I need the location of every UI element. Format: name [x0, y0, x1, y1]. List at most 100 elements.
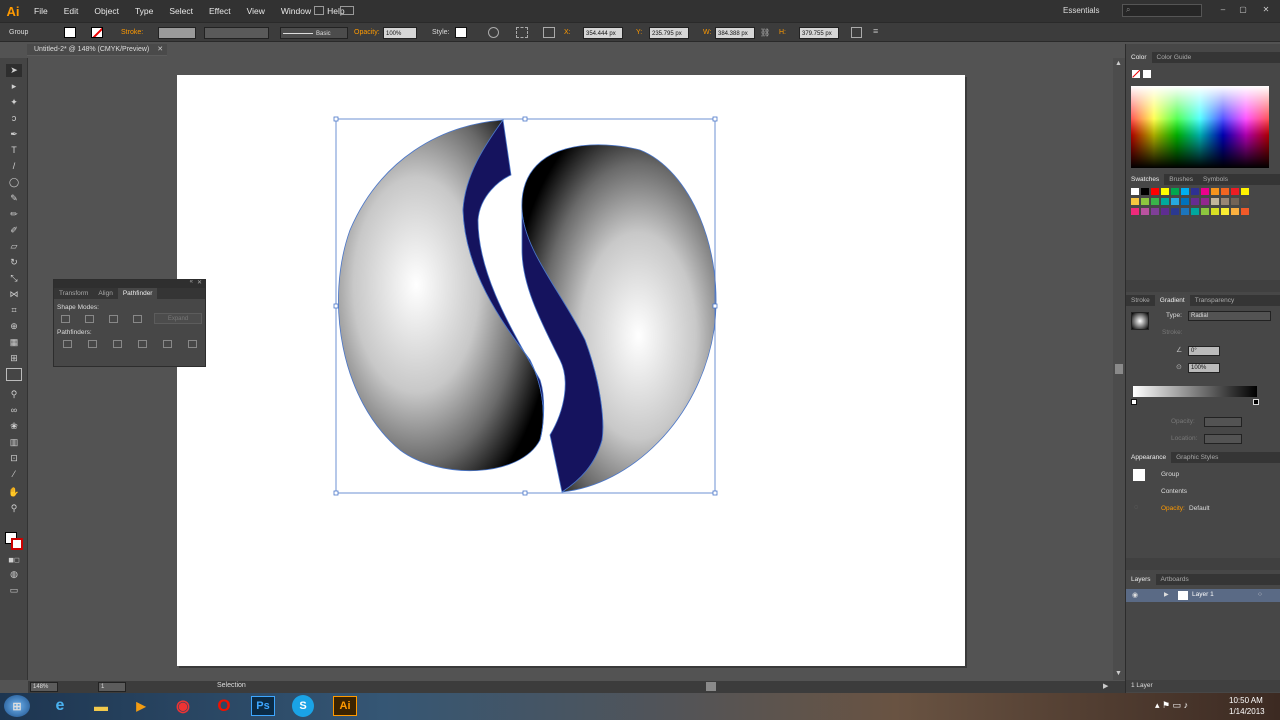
file-explorer-icon[interactable]: ▬ — [87, 695, 115, 717]
horizontal-scroll-thumb[interactable] — [706, 682, 716, 691]
color-swatch[interactable] — [1171, 188, 1179, 195]
tab-graphic-styles[interactable]: Graphic Styles — [1171, 452, 1223, 463]
layer-expand-icon[interactable]: ▶ — [1164, 591, 1169, 598]
tab-align[interactable]: Align — [93, 288, 117, 299]
trim-icon[interactable] — [88, 340, 97, 348]
merge-icon[interactable] — [113, 340, 122, 348]
color-swatch[interactable] — [1201, 208, 1209, 215]
color-swatch[interactable] — [1151, 198, 1159, 205]
intersect-icon[interactable] — [109, 315, 118, 323]
color-swatch[interactable] — [1221, 208, 1229, 215]
appearance-opacity-label[interactable]: Opacity: — [1161, 505, 1185, 512]
photoshop-icon[interactable]: Ps — [251, 696, 275, 716]
tab-transparency[interactable]: Transparency — [1190, 295, 1240, 306]
aspect-ratio-field[interactable]: 100% — [1188, 363, 1220, 373]
clock-date[interactable]: 1/14/2013 — [1229, 707, 1265, 716]
clock-time[interactable]: 10:50 AM — [1229, 696, 1263, 705]
color-swatch[interactable] — [1231, 188, 1239, 195]
color-swatch[interactable] — [1171, 198, 1179, 205]
color-swatch[interactable] — [1241, 198, 1249, 205]
color-swatch[interactable] — [1131, 208, 1139, 215]
gradient-type-select[interactable]: Radial — [1188, 311, 1271, 321]
color-swatch[interactable] — [1241, 188, 1249, 195]
scroll-up-icon[interactable]: ▲ — [1115, 60, 1122, 67]
zoom-field[interactable]: 148% — [30, 682, 58, 692]
color-swatch[interactable] — [1181, 198, 1189, 205]
gradient-stop-black[interactable] — [1253, 399, 1259, 405]
color-swatch[interactable] — [1131, 188, 1139, 195]
tab-pathfinder[interactable]: Pathfinder — [117, 288, 158, 299]
panel-titlebar[interactable]: « ✕ — [54, 279, 205, 288]
color-swatch[interactable] — [1211, 188, 1219, 195]
tab-color-guide[interactable]: Color Guide — [1152, 52, 1197, 63]
gradient-slider[interactable] — [1133, 386, 1257, 397]
color-swatch[interactable] — [1171, 208, 1179, 215]
color-swatch[interactable] — [1161, 208, 1169, 215]
layer-name[interactable]: Layer 1 — [1192, 591, 1214, 598]
color-swatch[interactable] — [1191, 208, 1199, 215]
tab-artboards[interactable]: Artboards — [1156, 574, 1194, 585]
crop-icon[interactable] — [138, 340, 147, 348]
color-swatch[interactable] — [1131, 198, 1139, 205]
tab-symbols[interactable]: Symbols — [1198, 174, 1233, 185]
chrome-icon[interactable]: ◉ — [169, 695, 197, 717]
color-swatch[interactable] — [1211, 208, 1219, 215]
tab-layers[interactable]: Layers — [1126, 574, 1156, 585]
visibility-eye-icon[interactable]: ◌ — [1134, 504, 1138, 511]
color-swatch[interactable] — [1221, 198, 1229, 205]
outline-icon[interactable] — [163, 340, 172, 348]
artboard-number-field[interactable]: 1 — [98, 682, 126, 692]
layer-row[interactable]: ◉ ▶ Layer 1 ○ — [1126, 589, 1280, 602]
none-swatch[interactable] — [1132, 70, 1140, 78]
appearance-contents-row[interactable]: Contents — [1161, 488, 1187, 495]
color-swatch[interactable] — [1241, 208, 1249, 215]
internet-explorer-icon[interactable]: e — [46, 695, 74, 717]
tab-stroke[interactable]: Stroke — [1126, 295, 1155, 306]
color-swatch[interactable] — [1201, 188, 1209, 195]
gradient-location-field[interactable] — [1204, 434, 1242, 444]
color-swatch[interactable] — [1231, 198, 1239, 205]
panel-close-icon[interactable]: ✕ — [197, 279, 202, 286]
gradient-stop-white[interactable] — [1131, 399, 1137, 405]
color-swatch[interactable] — [1181, 188, 1189, 195]
angle-field[interactable]: 0° — [1188, 346, 1220, 356]
color-swatch[interactable] — [1211, 198, 1219, 205]
left-sphere-shape[interactable] — [338, 119, 544, 472]
skype-icon[interactable]: S — [292, 695, 314, 717]
expand-button[interactable]: Expand — [154, 313, 202, 324]
unite-icon[interactable] — [61, 315, 70, 323]
color-swatch[interactable] — [1161, 188, 1169, 195]
swatch-grid[interactable] — [1131, 188, 1261, 248]
color-swatch[interactable] — [1151, 188, 1159, 195]
color-swatch[interactable] — [1191, 198, 1199, 205]
white-swatch[interactable] — [1143, 70, 1151, 78]
layer-target-icon[interactable]: ○ — [1258, 591, 1262, 598]
tab-color[interactable]: Color — [1126, 52, 1152, 63]
collapse-icon[interactable]: « — [190, 279, 193, 285]
media-player-icon[interactable]: ▶ — [127, 695, 155, 717]
color-swatch[interactable] — [1191, 188, 1199, 195]
divide-icon[interactable] — [63, 340, 72, 348]
tab-brushes[interactable]: Brushes — [1164, 174, 1198, 185]
tab-gradient[interactable]: Gradient — [1154, 295, 1190, 306]
scroll-right-icon[interactable]: ▶ — [1103, 682, 1108, 690]
tray-icons[interactable]: ▴ ⚑ ▭ ♪ — [1155, 700, 1188, 711]
color-swatch[interactable] — [1181, 208, 1189, 215]
color-swatch[interactable] — [1151, 208, 1159, 215]
tab-swatches[interactable]: Swatches — [1126, 174, 1165, 185]
color-swatch[interactable] — [1231, 208, 1239, 215]
color-swatch[interactable] — [1141, 188, 1149, 195]
scroll-down-icon[interactable]: ▼ — [1115, 670, 1122, 677]
vertical-scrollbar[interactable]: ▲ ▼ — [1113, 58, 1125, 680]
tab-appearance[interactable]: Appearance — [1126, 452, 1172, 463]
color-swatch[interactable] — [1141, 208, 1149, 215]
minus-back-icon[interactable] — [188, 340, 197, 348]
opera-icon[interactable]: O — [210, 695, 238, 717]
color-spectrum[interactable] — [1131, 86, 1269, 168]
color-swatch[interactable] — [1141, 198, 1149, 205]
gradient-preview-swatch[interactable] — [1131, 312, 1149, 330]
exclude-icon[interactable] — [133, 315, 142, 323]
layer-visibility-icon[interactable]: ◉ — [1132, 591, 1138, 599]
tab-transform[interactable]: Transform — [54, 288, 93, 299]
color-swatch[interactable] — [1201, 198, 1209, 205]
